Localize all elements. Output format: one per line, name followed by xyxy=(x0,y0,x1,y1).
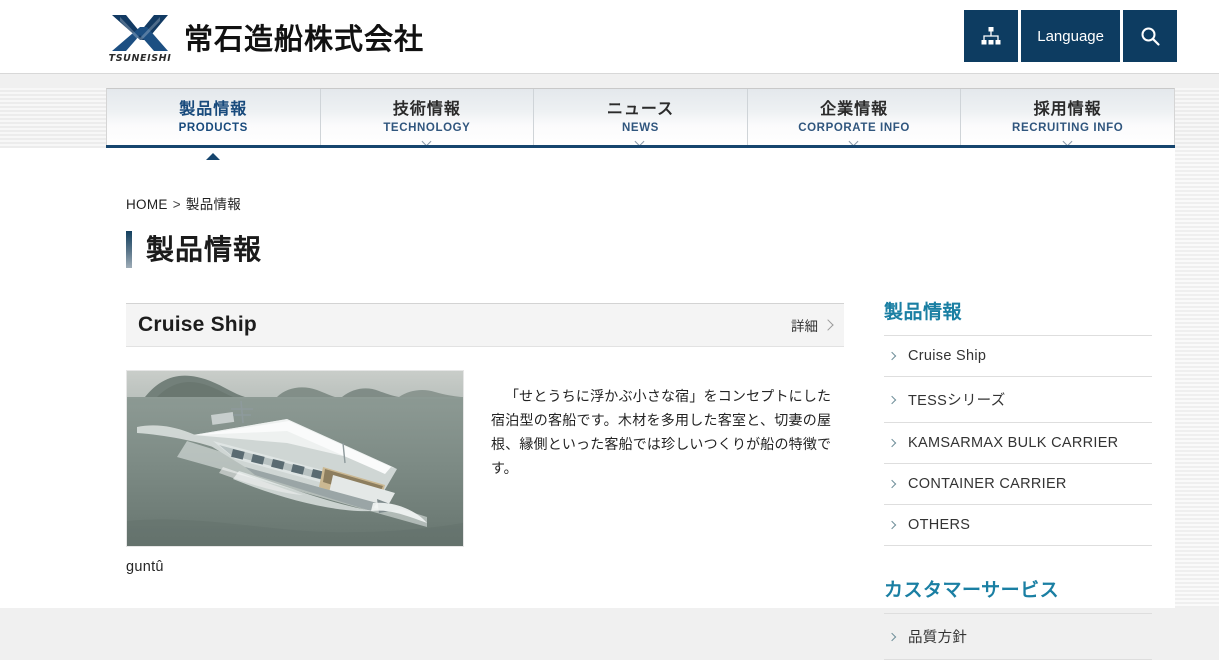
product-image-caption: guntû xyxy=(126,559,164,575)
sidebar-heading-customer-service: カスタマーサービス xyxy=(884,580,1060,601)
sidebar: 製品情報 Cruise Ship TESSシリーズ KAMSARMAX BULK… xyxy=(884,300,1152,660)
breadcrumb: HOME > 製品情報 xyxy=(126,193,241,213)
sidebar-list-products: Cruise Ship TESSシリーズ KAMSARMAX BULK CARR… xyxy=(884,335,1152,546)
active-tab-arrow-icon xyxy=(206,153,221,160)
nav-item-corporate-info-en: CORPORATE INFO xyxy=(798,122,910,134)
product-description: 「せとうちに浮かぶ小さな宿」をコンセプトにした宿泊型の客船です。木材を多用した客… xyxy=(491,388,831,476)
search-button[interactable] xyxy=(1123,10,1177,62)
nav-item-products-en: PRODUCTS xyxy=(178,122,248,134)
sidebar-item-container-carrier[interactable]: CONTAINER CARRIER xyxy=(884,463,1152,504)
nav-item-technology[interactable]: 技術情報 TECHNOLOGY xyxy=(320,89,535,148)
nav-item-recruiting-info[interactable]: 採用情報 RECRUITING INFO xyxy=(961,89,1174,148)
breadcrumb-separator: > xyxy=(172,197,181,212)
chevron-down-icon xyxy=(849,138,859,144)
nav-item-recruiting-info-en: RECRUITING INFO xyxy=(1012,122,1124,134)
sidebar-item-quality-policy[interactable]: 品質方針 xyxy=(884,613,1152,660)
chevron-right-icon xyxy=(887,351,897,361)
sidebar-list-customer-service: 品質方針 xyxy=(884,613,1152,660)
sitemap-icon xyxy=(980,25,1002,47)
site-header: TSUNEISHI 常石造船株式会社 Language xyxy=(0,0,1219,74)
nav-item-corporate-info-ja: 企業情報 xyxy=(820,101,889,118)
product-figure: guntû xyxy=(126,370,464,575)
chevron-down-icon xyxy=(422,138,432,144)
nav-item-products[interactable]: 製品情報 PRODUCTS xyxy=(107,89,321,160)
header-actions: Language xyxy=(964,10,1177,62)
product-section-header: Cruise Ship 詳細 xyxy=(126,303,844,347)
page-title-text: 製品情報 xyxy=(146,233,263,265)
sidebar-item-cruise-ship[interactable]: Cruise Ship xyxy=(884,335,1152,376)
guntu-cruise-ship-photo[interactable] xyxy=(126,370,464,547)
main-column: Cruise Ship 詳細 guntû 「せとうちに浮かぶ小さな宿」をコンセプ… xyxy=(126,303,844,575)
breadcrumb-current: 製品情報 xyxy=(185,197,242,212)
nav-item-technology-en: TECHNOLOGY xyxy=(383,122,471,134)
sidebar-item-label: Cruise Ship xyxy=(908,348,987,364)
nav-item-news-en: NEWS xyxy=(622,122,659,134)
chevron-right-icon xyxy=(887,438,897,448)
nav-item-corporate-info[interactable]: 企業情報 CORPORATE INFO xyxy=(747,89,962,148)
nav-item-news[interactable]: ニュース NEWS xyxy=(534,89,748,148)
tsuneishi-x-logo-icon: TSUNEISHI xyxy=(106,11,174,63)
chevron-down-icon xyxy=(1063,138,1073,144)
sidebar-item-label: CONTAINER CARRIER xyxy=(908,476,1067,492)
search-icon xyxy=(1139,25,1161,47)
chevron-right-icon xyxy=(887,479,897,489)
language-label: Language xyxy=(1037,27,1104,45)
title-accent-bar xyxy=(126,231,132,268)
language-button[interactable]: Language xyxy=(1021,10,1120,62)
chevron-right-icon xyxy=(822,319,834,331)
product-heading: Cruise Ship xyxy=(138,313,257,336)
chevron-right-icon xyxy=(887,632,897,641)
sidebar-item-label: TESSシリーズ xyxy=(908,393,1006,409)
sidebar-item-others[interactable]: OTHERS xyxy=(884,504,1152,546)
global-nav: 製品情報 PRODUCTS 技術情報 TECHNOLOGY ニュース NEWS … xyxy=(106,88,1175,160)
page-title: 製品情報 xyxy=(126,231,262,268)
product-body: guntû 「せとうちに浮かぶ小さな宿」をコンセプトにした宿泊型の客船です。木材… xyxy=(126,370,844,575)
sidebar-item-label: OTHERS xyxy=(908,517,971,533)
chevron-right-icon xyxy=(887,520,897,530)
sidebar-item-tess-series[interactable]: TESSシリーズ xyxy=(884,376,1152,422)
sidebar-item-label: 品質方針 xyxy=(908,630,968,646)
global-nav-wrapper: 製品情報 PRODUCTS 技術情報 TECHNOLOGY ニュース NEWS … xyxy=(0,74,1219,160)
site-logo[interactable]: TSUNEISHI 常石造船株式会社 xyxy=(106,8,424,66)
svg-text:TSUNEISHI: TSUNEISHI xyxy=(109,53,172,63)
page-content: HOME > 製品情報 製品情報 Cruise Ship 詳細 guntû 「せ… xyxy=(0,148,1175,660)
nav-item-products-ja: 製品情報 xyxy=(179,101,248,118)
sidebar-heading-products: 製品情報 xyxy=(884,302,963,323)
page-right-gutter xyxy=(1175,148,1219,608)
sitemap-button[interactable] xyxy=(964,10,1019,62)
breadcrumb-home-link[interactable]: HOME xyxy=(126,197,168,212)
nav-item-recruiting-info-ja: 採用情報 xyxy=(1033,101,1102,118)
product-detail-label: 詳細 xyxy=(791,319,818,334)
sidebar-item-label: KAMSARMAX BULK CARRIER xyxy=(908,435,1119,451)
chevron-right-icon xyxy=(887,395,897,404)
chevron-down-icon xyxy=(635,138,645,144)
product-detail-link[interactable]: 詳細 xyxy=(791,315,834,335)
sidebar-item-kamsarmax-bulk-carrier[interactable]: KAMSARMAX BULK CARRIER xyxy=(884,422,1152,463)
company-name: 常石造船株式会社 xyxy=(184,22,425,56)
nav-item-technology-ja: 技術情報 xyxy=(392,101,461,118)
nav-item-news-ja: ニュース xyxy=(606,101,675,118)
